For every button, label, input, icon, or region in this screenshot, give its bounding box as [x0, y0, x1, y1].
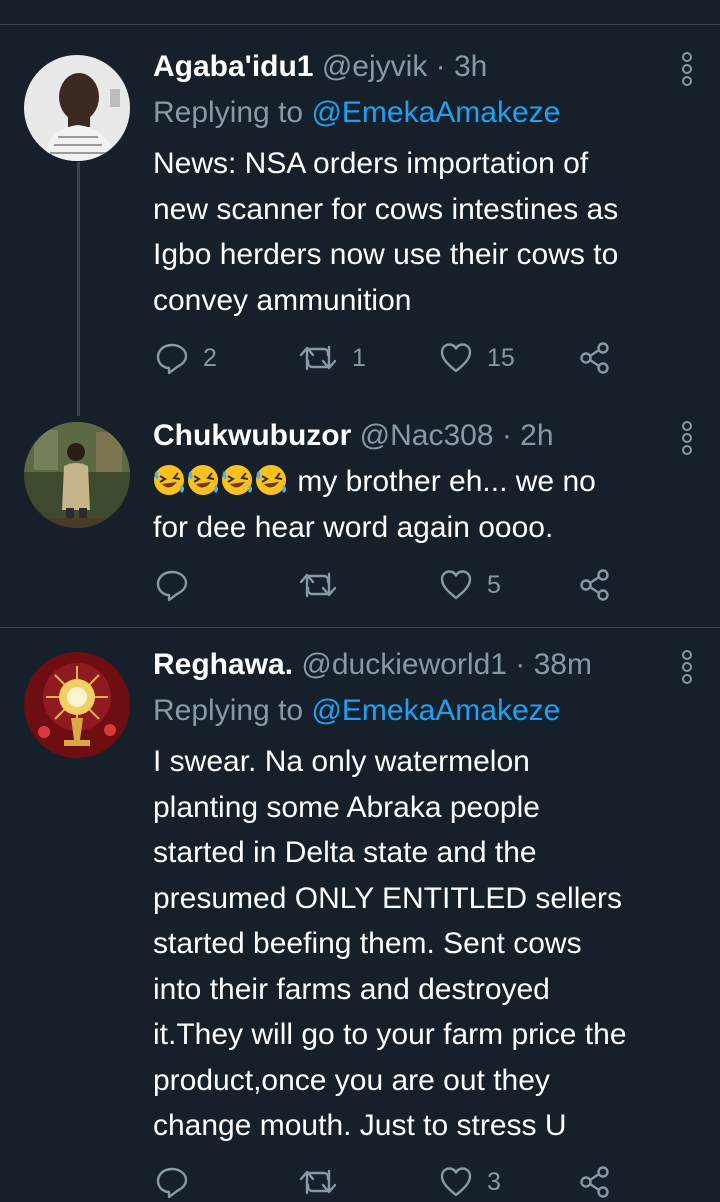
reply-icon	[156, 343, 188, 375]
action-bar: 5	[153, 565, 633, 605]
mention-link[interactable]: @EmekaAmakeze	[311, 96, 560, 129]
retweet-button[interactable]	[298, 565, 352, 605]
text-line: started beefing them. Sent cows	[153, 927, 582, 960]
author-handle[interactable]: @Nac308	[360, 419, 494, 452]
thread-connector-line	[77, 162, 80, 416]
more-icon[interactable]	[680, 421, 694, 455]
retweet-icon	[299, 1169, 337, 1195]
like-icon	[440, 570, 472, 600]
tweet-text: News: NSA orders importation of new scan…	[153, 141, 703, 323]
timestamp[interactable]: · 38m	[515, 648, 592, 681]
retweet-button[interactable]: 1	[298, 338, 366, 378]
text-line: convey ammunition	[153, 283, 412, 317]
share-icon	[580, 1166, 609, 1198]
more-icon[interactable]	[680, 650, 694, 684]
author-handle[interactable]: @duckieworld1	[301, 648, 507, 681]
author-name[interactable]: Agaba'idu1	[153, 50, 314, 83]
retweet-icon	[299, 345, 337, 371]
share-icon	[580, 569, 609, 601]
replying-to: Replying to @EmekaAmakeze	[153, 94, 560, 132]
share-button[interactable]	[578, 1162, 612, 1202]
tweet-text: my brother eh... we no for dee hear word…	[153, 459, 703, 550]
timestamp[interactable]: · 3h	[436, 50, 488, 83]
reply-count: 2	[203, 343, 217, 372]
rolling-laughing-emoji-icon	[188, 465, 218, 495]
author-name[interactable]: Reghawa.	[153, 648, 293, 681]
retweet-count: 1	[352, 343, 366, 372]
like-count: 15	[487, 343, 515, 372]
text-fragment: my brother eh... we no	[297, 465, 596, 498]
tweet-header: Agaba'idu1 @ejyvik · 3h	[153, 48, 487, 86]
text-line: for dee hear word again oooo.	[153, 510, 554, 544]
rolling-laughing-emoji-icon	[256, 465, 286, 495]
emoji-group	[153, 465, 297, 498]
like-count: 5	[487, 570, 501, 599]
text-line: product,once you are out they	[153, 1063, 550, 1097]
replying-prefix: Replying to	[153, 694, 312, 727]
avatar[interactable]	[24, 422, 130, 528]
tweet-text: I swear. Na only watermelon planting som…	[153, 739, 703, 1149]
top-divider	[0, 24, 720, 25]
text-line: started in Delta state and the	[153, 836, 537, 869]
reply-button[interactable]	[155, 1162, 203, 1202]
text-line: into their farms and destroyed	[153, 972, 550, 1006]
text-line: my brother eh... we no	[153, 459, 703, 505]
like-button[interactable]: 3	[439, 1162, 501, 1202]
avatar[interactable]	[24, 55, 130, 161]
text-line: it.They will go to your farm price the	[153, 1018, 627, 1051]
action-bar: 2 1 15	[153, 338, 633, 378]
text-line: Igbo herders now use their cows to	[153, 238, 619, 271]
replying-to: Replying to @EmekaAmakeze	[153, 692, 560, 730]
like-icon	[440, 343, 472, 373]
reply-button[interactable]: 2	[155, 338, 217, 378]
reply-icon	[156, 570, 188, 602]
like-icon	[440, 1167, 472, 1197]
retweet-button[interactable]	[298, 1162, 352, 1202]
like-button[interactable]: 5	[439, 565, 501, 605]
share-button[interactable]	[578, 338, 612, 378]
avatar[interactable]	[24, 652, 130, 758]
replying-prefix: Replying to	[153, 96, 312, 129]
author-name[interactable]: Chukwubuzor	[153, 419, 351, 452]
text-line: new scanner for cows intestines as	[153, 192, 619, 226]
rolling-laughing-emoji-icon	[154, 465, 184, 495]
share-button[interactable]	[578, 565, 612, 605]
text-line: presumed ONLY ENTITLED sellers	[153, 881, 623, 915]
reply-icon	[156, 1167, 188, 1199]
text-line: planting some Abraka people	[153, 790, 540, 824]
reply-button[interactable]	[155, 565, 203, 605]
text-line: change mouth. Just to stress U	[153, 1109, 567, 1142]
author-handle[interactable]: @ejyvik	[322, 50, 427, 83]
mention-link[interactable]: @EmekaAmakeze	[311, 694, 560, 727]
tweet-divider	[0, 627, 720, 628]
rolling-laughing-emoji-icon	[222, 465, 252, 495]
share-icon	[580, 342, 609, 374]
like-button[interactable]: 15	[439, 338, 515, 378]
retweet-icon	[299, 572, 337, 598]
tweet-header: Chukwubuzor @Nac308 · 2h	[153, 417, 554, 455]
like-count: 3	[487, 1167, 501, 1196]
text-line: I swear. Na only watermelon	[153, 745, 530, 778]
action-bar: 3	[153, 1162, 633, 1202]
text-line: News: NSA orders importation of	[153, 147, 589, 180]
more-icon[interactable]	[680, 52, 694, 86]
tweet-header: Reghawa. @duckieworld1 · 38m	[153, 646, 592, 684]
timestamp[interactable]: · 2h	[502, 419, 554, 452]
